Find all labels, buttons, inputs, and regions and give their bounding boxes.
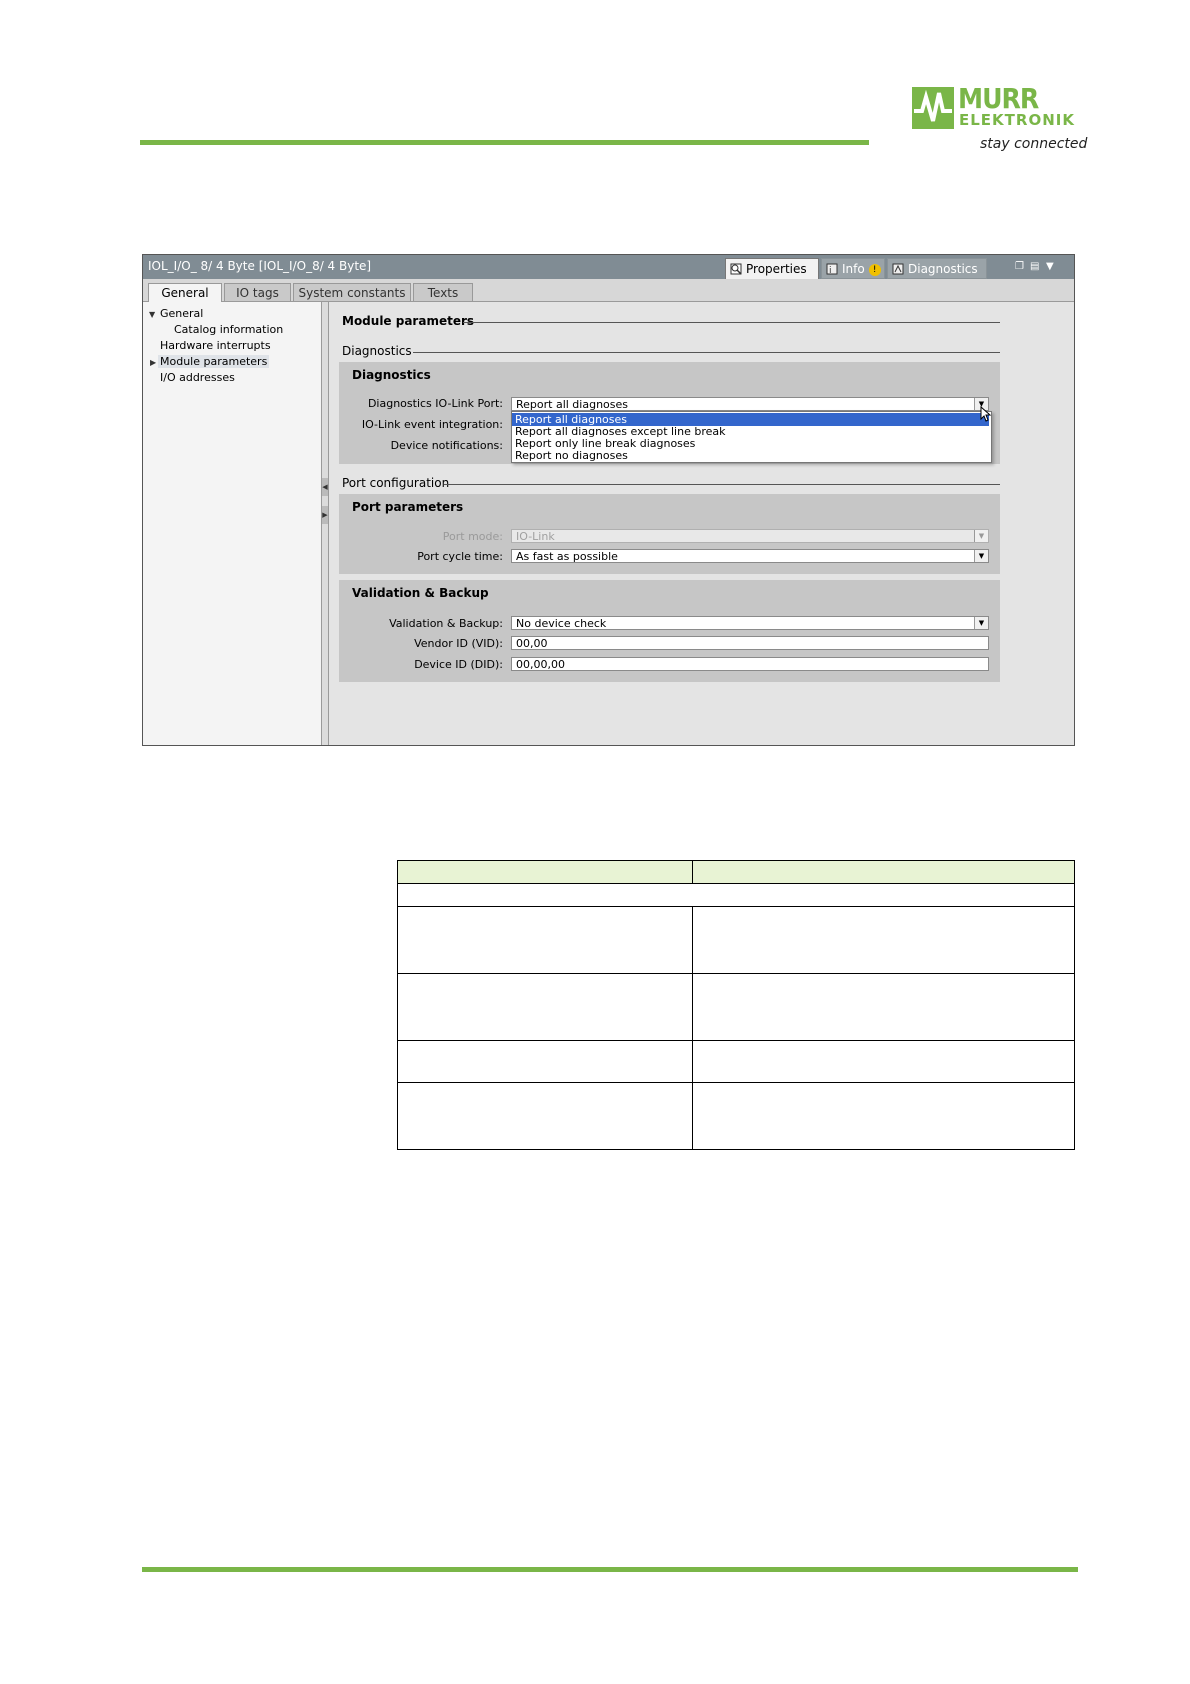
logo-wordmark: MURR	[958, 82, 1039, 115]
svg-text:i: i	[829, 266, 832, 275]
expand-arrow-icon[interactable]: ▼	[149, 310, 155, 319]
device-notifications-label: Device notifications:	[390, 439, 503, 452]
section-diagnostics: Diagnostics	[342, 344, 412, 358]
validation-backup-group: Validation & Backup Validation & Backup:…	[339, 580, 1000, 682]
tab-system-constants[interactable]: System constants	[293, 283, 411, 301]
table-cell	[692, 1040, 1075, 1083]
diagnostics-icon	[892, 263, 904, 275]
diag-port-label: Diagnostics IO-Link Port:	[367, 397, 503, 410]
diag-port-value: Report all diagnoses	[516, 398, 629, 411]
tab-row: General IO tags System constants Texts	[143, 279, 1074, 302]
port-mode-label: Port mode:	[442, 530, 503, 543]
port-parameters-group: Port parameters Port mode: IO-Link ▼ Por…	[339, 494, 1000, 574]
table-row	[397, 906, 1075, 974]
section-rule	[413, 352, 1000, 353]
tree-item-module-parameters[interactable]: Module parameters	[158, 355, 270, 368]
vendor-id-label: Vendor ID (VID):	[414, 637, 503, 650]
header-rule	[140, 140, 869, 145]
validation-backup-title: Validation & Backup	[352, 586, 489, 600]
table-cell	[692, 906, 1075, 974]
table-header-row	[397, 860, 1075, 884]
port-parameters-title: Port parameters	[352, 500, 464, 514]
validation-backup-label: Validation & Backup:	[389, 617, 503, 630]
properties-icon	[730, 263, 742, 275]
table-row	[397, 1040, 1075, 1083]
chevron-down-icon: ▼	[974, 530, 988, 542]
dropdown-option[interactable]: Report no diagnoses	[512, 449, 989, 462]
validation-backup-select[interactable]: No device check ▼	[511, 616, 989, 630]
properties-window: IOL_I/O_ 8/ 4 Byte [IOL_I/O_8/ 4 Byte] P…	[142, 254, 1075, 746]
logo-subwordmark: ELEKTRONIK	[959, 111, 1075, 129]
table-cell	[397, 1082, 693, 1150]
collapse-left-icon[interactable]: ◀	[322, 478, 328, 496]
tree-item-io-addresses[interactable]: I/O addresses	[160, 371, 235, 384]
table-cell	[692, 1082, 1075, 1150]
window-title: IOL_I/O_ 8/ 4 Byte [IOL_I/O_8/ 4 Byte]	[148, 259, 372, 273]
diag-port-dropdown-list[interactable]: Report all diagnoses Report all diagnose…	[511, 411, 992, 463]
diag-port-select[interactable]: Report all diagnoses ▼	[511, 397, 989, 411]
section-rule	[463, 322, 1000, 323]
navigation-tree: ▼ General Catalog information Hardware i…	[143, 302, 321, 745]
panel-tab-properties-label: Properties	[746, 262, 807, 276]
diagnostics-group-title: Diagnostics	[352, 368, 431, 382]
vendor-id-input[interactable]: 00,00	[511, 636, 989, 650]
tree-item-catalog-information[interactable]: Catalog information	[174, 323, 283, 336]
menu-arrow-icon[interactable]: ▼	[1046, 261, 1054, 272]
tree-item-hardware-interrupts[interactable]: Hardware interrupts	[160, 339, 271, 352]
parameter-table	[397, 860, 1075, 1150]
table-header-cell	[397, 860, 693, 884]
tab-texts[interactable]: Texts	[413, 283, 473, 301]
logo-tagline: stay connected	[980, 136, 1088, 152]
device-id-input[interactable]: 00,00,00	[511, 657, 989, 671]
parameters-content: Module parameters Diagnostics Diagnostic…	[329, 302, 1074, 745]
panel-tab-info[interactable]: i Info!	[821, 258, 885, 279]
table-row	[397, 973, 1075, 1041]
tree-item-general[interactable]: General	[160, 307, 203, 320]
port-mode-select: IO-Link ▼	[511, 529, 989, 543]
panel-tab-info-label: Info	[842, 262, 865, 276]
window-titlebar: IOL_I/O_ 8/ 4 Byte [IOL_I/O_8/ 4 Byte] P…	[143, 255, 1074, 279]
table-cell	[397, 1040, 693, 1083]
collapsed-arrow-icon[interactable]: ▶	[150, 358, 156, 367]
section-rule	[444, 484, 1000, 485]
murr-logo: MURR ELEKTRONIK stay connected	[912, 82, 1087, 158]
port-cycle-time-label: Port cycle time:	[417, 550, 503, 563]
table-cell	[397, 973, 693, 1041]
panel-tab-diagnostics-label: Diagnostics	[908, 262, 978, 276]
table-header-cell	[692, 860, 1075, 884]
tab-general[interactable]: General	[148, 283, 222, 302]
table-row	[397, 883, 1075, 907]
table-cell	[397, 883, 1075, 907]
port-cycle-time-select[interactable]: As fast as possible ▼	[511, 549, 989, 563]
port-cycle-time-value: As fast as possible	[516, 550, 618, 563]
port-mode-value: IO-Link	[516, 530, 555, 543]
tab-io-tags[interactable]: IO tags	[224, 283, 291, 301]
layout-icon[interactable]: ▤	[1030, 261, 1039, 272]
panel-splitter[interactable]: ◀ ▶	[321, 302, 329, 745]
mouse-cursor-icon	[980, 406, 992, 422]
chevron-down-icon[interactable]: ▼	[974, 617, 988, 629]
collapse-right-icon[interactable]: ▶	[322, 506, 328, 524]
info-warning-icon: !	[868, 263, 881, 276]
restore-icon[interactable]: ❐	[1015, 261, 1024, 272]
info-icon: i	[826, 263, 838, 275]
panel-tab-diagnostics[interactable]: Diagnostics	[887, 258, 987, 279]
chevron-down-icon[interactable]: ▼	[974, 550, 988, 562]
event-integration-label: IO-Link event integration:	[361, 418, 503, 431]
table-row	[397, 1082, 1075, 1150]
section-port-configuration: Port configuration	[342, 476, 450, 490]
panel-tab-properties[interactable]: Properties	[725, 258, 819, 279]
table-cell	[692, 973, 1075, 1041]
validation-backup-value: No device check	[516, 617, 607, 630]
section-module-parameters: Module parameters	[342, 314, 475, 328]
footer-rule	[142, 1567, 1078, 1572]
table-cell	[397, 906, 693, 974]
device-id-label: Device ID (DID):	[414, 658, 503, 671]
murr-logo-mark-icon	[912, 87, 954, 129]
